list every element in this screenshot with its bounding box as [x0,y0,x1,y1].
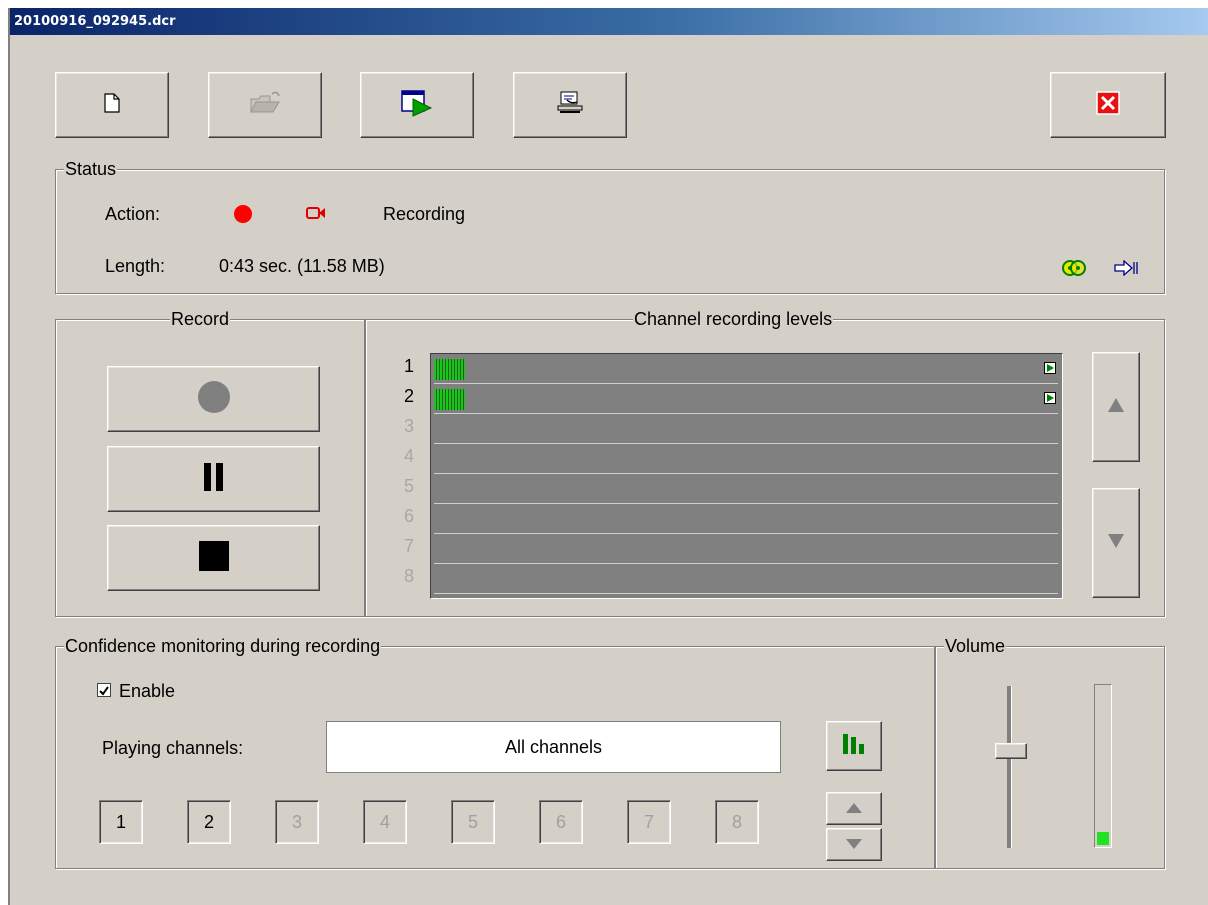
channel-toggle-8[interactable]: 8 [715,800,759,844]
levels-group-title: Channel recording levels [633,309,834,329]
triangle-down-icon [846,836,862,854]
channel-toggle-1[interactable]: 1 [99,800,143,844]
levels-scroll-down-button[interactable] [1092,488,1140,598]
playing-channels-field[interactable]: All channels [326,721,781,773]
record-indicator-icon [233,204,253,229]
channel-toggle-6[interactable]: 6 [539,800,583,844]
volume-slider-thumb[interactable] [995,743,1027,760]
channel-play-icon[interactable] [1044,392,1056,404]
channel-level-bar [434,359,465,380]
open-button[interactable] [208,72,322,138]
pause-icon [202,462,226,497]
channel-toggle-3[interactable]: 3 [275,800,319,844]
channel-level-row-8 [431,564,1062,594]
record-button[interactable] [107,366,320,432]
playing-channels-label: Playing channels: [102,738,244,758]
channel-number-7: 7 [403,536,414,556]
channel-number-1: 1 [403,356,414,376]
action-value: Recording [383,204,466,224]
channel-toggle-2[interactable]: 2 [187,800,231,844]
length-value: 0:43 sec. (11.58 MB) [219,256,385,276]
new-document-icon [104,92,120,118]
play-window-icon [400,89,434,122]
stop-icon [198,540,229,576]
status-group-title: Status [64,159,118,179]
channel-level-row-5 [431,474,1062,504]
channel-number-4: 4 [403,446,414,466]
volume-group: Volume [935,636,1165,869]
pause-button[interactable] [107,446,320,512]
channel-level-meter [430,353,1063,599]
new-button[interactable] [55,72,169,138]
disc-sync-icon [1062,260,1086,281]
publish-hand-icon [555,90,585,121]
channel-level-row-6 [431,504,1062,534]
volume-level-fill [1097,832,1109,845]
app-window: 20100916_092945.dcr Status Action: Recor… [8,8,1208,905]
volume-slider-track[interactable] [1007,686,1012,848]
channel-scroll-up-button[interactable] [826,792,882,825]
play-button[interactable] [360,72,474,138]
levels-scroll-up-button[interactable] [1092,352,1140,462]
channel-toggle-5[interactable]: 5 [451,800,495,844]
record-icon [197,380,231,419]
channel-row-divider [434,593,1058,594]
channel-number-3: 3 [403,416,414,436]
channel-bars-button[interactable] [826,721,882,771]
close-button[interactable] [1050,72,1166,138]
action-label: Action: [105,204,161,224]
channel-level-row-4 [431,444,1062,474]
close-icon [1096,90,1120,120]
volume-group-title: Volume [944,636,1007,656]
level-bars-icon [841,732,867,761]
channel-scroll-down-button[interactable] [826,828,882,861]
camera-record-icon [305,205,327,226]
triangle-up-icon [846,800,862,818]
channel-level-row-7 [431,534,1062,564]
enable-label: Enable [119,681,176,701]
stop-button[interactable] [107,525,320,591]
open-folder-icon [248,91,282,120]
channel-number-5: 5 [403,476,414,496]
channel-number-2: 2 [403,386,414,406]
channel-play-icon[interactable] [1044,362,1056,374]
window-title: 20100916_092945.dcr [10,8,1208,35]
channel-number-6: 6 [403,506,414,526]
channel-level-row-2 [431,384,1062,414]
channel-number-8: 8 [403,566,414,586]
channel-toggle-7[interactable]: 7 [627,800,671,844]
volume-level-meter [1094,684,1112,848]
record-group-title: Record [170,309,231,329]
triangle-down-icon [1108,533,1124,553]
monitoring-group-title: Confidence monitoring during recording [64,636,382,656]
checkmark-icon [99,686,109,696]
channel-level-bar [434,389,465,410]
length-label: Length: [105,256,166,276]
triangle-up-icon [1108,397,1124,417]
channel-level-row-3 [431,414,1062,444]
channel-level-row-1 [431,354,1062,384]
publish-button[interactable] [513,72,627,138]
transfer-arrow-icon [1113,259,1139,281]
channel-toggle-4[interactable]: 4 [363,800,407,844]
enable-checkbox[interactable] [97,683,111,697]
